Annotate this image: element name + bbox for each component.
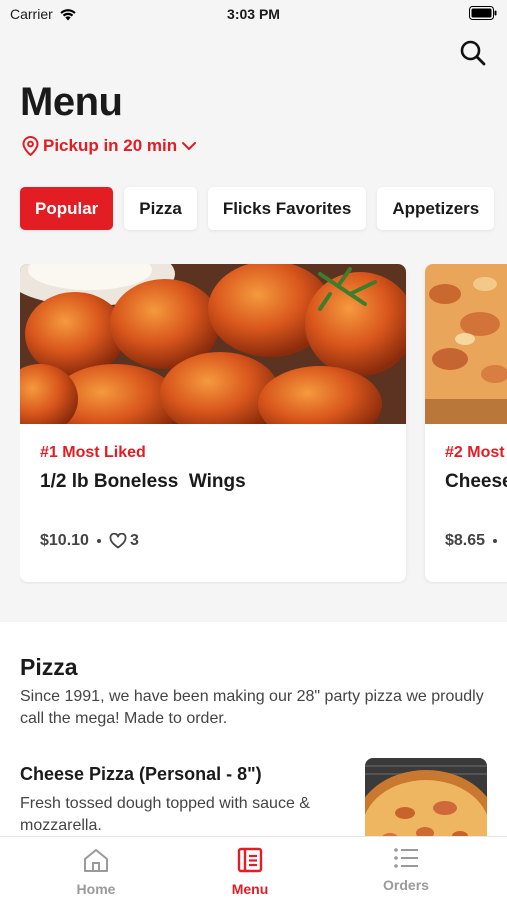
tab-menu[interactable]: Menu: [200, 847, 300, 897]
wings-image: [20, 264, 406, 424]
page-title: Menu: [20, 80, 123, 124]
category-chip-pizza[interactable]: Pizza: [124, 187, 197, 230]
chevron-down-icon: [182, 142, 197, 150]
status-bar: Carrier 3:03 PM: [0, 0, 507, 30]
menu-book-icon: [237, 847, 263, 873]
pickup-selector[interactable]: Pickup in 20 min: [22, 136, 197, 156]
section-title: Pizza: [20, 654, 78, 680]
category-tabs: Popular Pizza Flicks Favorites Appetizer…: [20, 187, 495, 230]
location-pin-icon: [22, 136, 39, 156]
tab-orders[interactable]: Orders: [356, 847, 456, 893]
separator-dot: [96, 539, 101, 543]
item-name: Cheese Pizza: [445, 471, 507, 492]
tab-orders-label: Orders: [383, 877, 429, 893]
list-icon: [394, 848, 418, 868]
battery-icon: [469, 6, 497, 20]
item-meta: $8.65: [445, 532, 498, 550]
popular-card[interactable]: #2 Most Liked Cheese Pizza $8.65: [425, 264, 507, 582]
menu-item-name: Cheese Pizza (Personal - 8"): [20, 764, 262, 784]
category-chip-popular[interactable]: Popular: [20, 187, 114, 230]
section-description: Since 1991, we have been making our 28" …: [20, 688, 484, 727]
popular-carousel: #1 Most Liked 1/2 lb Boneless Wings $10.…: [20, 264, 507, 584]
popular-card[interactable]: #1 Most Liked 1/2 lb Boneless Wings $10.…: [20, 264, 406, 582]
tab-home-label: Home: [76, 881, 116, 897]
heart-icon: [109, 533, 127, 549]
item-price: $8.65: [445, 532, 486, 549]
item-name: 1/2 lb Boneless Wings: [40, 471, 246, 492]
like-count-value: 3: [129, 532, 139, 549]
search-icon: [460, 40, 486, 66]
pickup-label: Pickup in 20 min: [43, 136, 178, 155]
rank-label: #1 Most Liked: [40, 444, 146, 461]
pizza-image: [425, 264, 507, 424]
search-button[interactable]: [458, 38, 488, 68]
category-chip-flicks-favorites[interactable]: Flicks Favorites: [207, 187, 367, 230]
home-icon: [84, 849, 108, 872]
tab-menu-label: Menu: [231, 881, 269, 897]
menu-item-description: Fresh tossed dough topped with sauce & m…: [20, 795, 310, 834]
clock: 3:03 PM: [227, 6, 280, 22]
tab-home[interactable]: Home: [46, 847, 146, 897]
item-meta: $10.10 3: [40, 532, 139, 550]
item-price: $10.10: [40, 532, 89, 549]
cheese-pizza-image: [365, 758, 487, 848]
rank-label: #2 Most Liked: [445, 444, 507, 461]
like-count[interactable]: 3: [109, 532, 139, 550]
category-chip-appetizers[interactable]: Appetizers: [377, 187, 495, 230]
tab-bar: Home Menu Orders: [0, 836, 507, 900]
separator-dot: [493, 539, 498, 543]
